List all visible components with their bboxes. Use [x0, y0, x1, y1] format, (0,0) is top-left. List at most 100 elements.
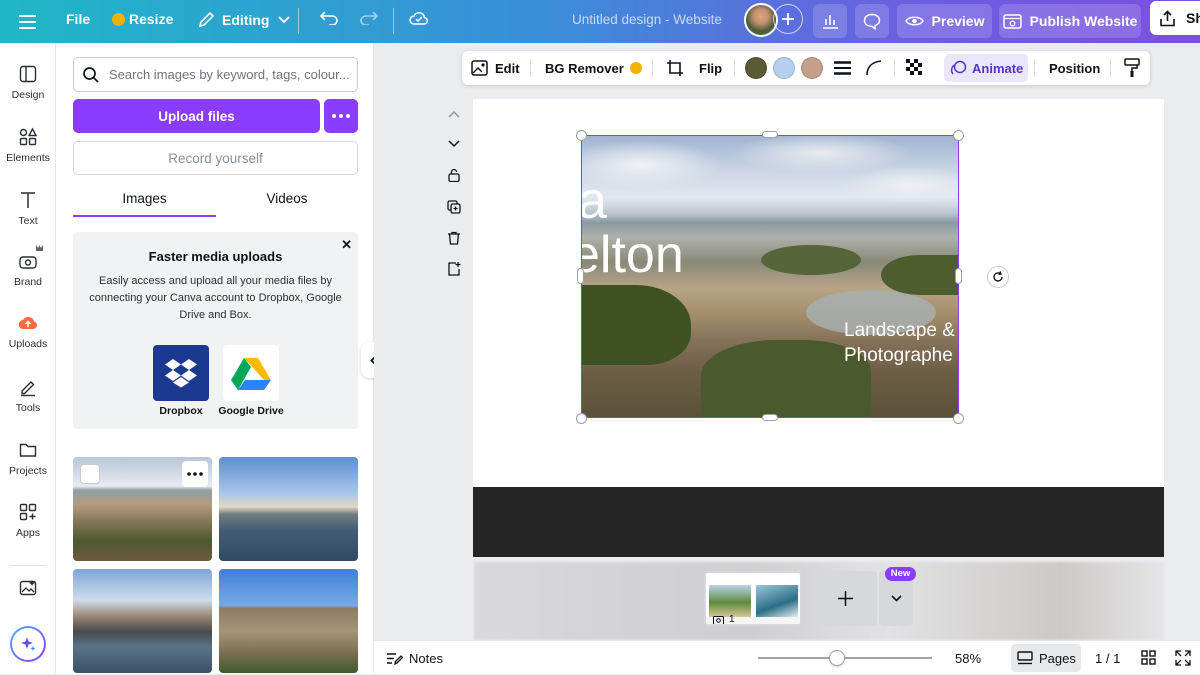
search-input[interactable]: Search images by keyword, tags, colour..… — [109, 67, 350, 82]
sidebar-item-design[interactable]: Design — [0, 64, 56, 101]
uploaded-image-beach[interactable] — [73, 457, 212, 561]
sidebar-item-apps[interactable]: Apps — [0, 502, 56, 539]
add-collaborator-button[interactable] — [773, 4, 803, 34]
image-context-toolbar: Edit BG Remover Flip Animate Position — [462, 51, 1150, 85]
transparency-icon[interactable] — [906, 59, 923, 76]
duplicate-icon[interactable] — [447, 200, 461, 214]
publish-website-button[interactable]: Publish Website — [999, 4, 1141, 38]
topbar-divider — [298, 8, 299, 34]
dropbox-button[interactable] — [153, 345, 209, 401]
sidebar-item-text[interactable]: Text — [0, 190, 56, 227]
grid-view-icon[interactable] — [1141, 650, 1156, 665]
image-options-button[interactable] — [182, 461, 208, 487]
color-swatch-olive[interactable] — [745, 57, 767, 79]
tab-images-underline — [73, 215, 216, 217]
rotate-handle[interactable] — [987, 266, 1009, 288]
uploaded-image-harbour[interactable] — [219, 457, 358, 561]
position-button[interactable]: Position — [1049, 51, 1100, 85]
menu-icon[interactable] — [19, 13, 36, 29]
media-uploads-promo: ✕ Faster media uploads Easily access and… — [73, 232, 358, 429]
text-icon — [21, 192, 35, 208]
pages-icon — [1017, 651, 1033, 665]
sidebar-item-projects[interactable]: Projects — [0, 440, 56, 477]
sidebar-item-uploads[interactable]: Uploads — [0, 313, 56, 350]
edit-photo-icon — [471, 60, 488, 76]
preview-button[interactable]: Preview — [897, 4, 992, 38]
undo-icon[interactable] — [320, 11, 338, 25]
trash-icon[interactable] — [447, 231, 461, 245]
tab-videos-label: Videos — [266, 191, 308, 206]
resize-handle[interactable] — [762, 414, 778, 421]
chevron-down-icon — [278, 15, 291, 23]
resize-handle[interactable] — [955, 268, 962, 284]
copy-style-icon[interactable] — [1124, 58, 1140, 78]
sidebar-item-brand[interactable]: Brand — [0, 245, 56, 288]
thumbnail-page-number: 1 — [729, 614, 735, 625]
bg-remover-button[interactable]: BG Remover — [545, 51, 642, 85]
page-thumbnail[interactable]: 1 — [704, 571, 802, 626]
uploaded-image-marina[interactable] — [73, 569, 212, 673]
record-yourself-button[interactable]: Record yourself — [73, 141, 358, 175]
resize-handle[interactable] — [577, 268, 584, 284]
toolbar-divider — [894, 59, 895, 77]
editing-mode-dropdown[interactable]: Editing — [198, 11, 291, 28]
color-swatch-light-blue[interactable] — [773, 57, 795, 79]
cloud-sync-icon[interactable] — [409, 11, 429, 25]
sidebar-item-tools[interactable]: Tools — [0, 377, 56, 414]
zoom-slider[interactable] — [758, 650, 932, 666]
sparkle-icon — [21, 637, 36, 651]
redo-icon[interactable] — [360, 11, 378, 25]
resize-handle[interactable] — [953, 413, 964, 424]
lock-icon[interactable] — [447, 168, 461, 182]
insights-button[interactable] — [813, 4, 847, 38]
crown-icon — [112, 12, 125, 26]
add-page-icon[interactable] — [447, 262, 461, 276]
sidebar-item-label: Elements — [6, 152, 50, 164]
color-swatch-tan[interactable] — [801, 57, 823, 79]
add-page-button[interactable] — [813, 571, 877, 626]
flip-label: Flip — [699, 60, 723, 76]
share-button[interactable]: Sh — [1150, 1, 1200, 35]
upload-more-button[interactable] — [324, 99, 358, 133]
tab-images[interactable]: Images — [73, 191, 216, 217]
zoom-level[interactable]: 58% — [955, 651, 981, 666]
animate-label: Animate — [972, 60, 1024, 76]
corner-rounding-icon[interactable] — [866, 60, 882, 76]
notes-button[interactable]: Notes — [386, 641, 443, 675]
crop-icon[interactable] — [666, 59, 684, 77]
resize-handle[interactable] — [576, 413, 587, 424]
edit-image-button[interactable]: Edit — [471, 51, 520, 85]
file-menu[interactable]: File — [66, 11, 90, 27]
bg-remover-label: BG Remover — [545, 60, 624, 76]
pages-button[interactable]: Pages — [1011, 644, 1081, 672]
upload-files-button[interactable]: Upload files — [73, 99, 320, 133]
sidebar-item-label: Projects — [9, 465, 47, 477]
thumbnail-page-icon — [713, 616, 724, 624]
chevron-down-icon[interactable] — [447, 137, 461, 151]
record-yourself-label: Record yourself — [168, 150, 263, 166]
select-checkbox[interactable] — [80, 464, 100, 484]
magic-assistant-button[interactable] — [10, 626, 46, 662]
document-title[interactable]: Untitled design - Website — [572, 12, 722, 27]
search-field[interactable]: Search images by keyword, tags, colour..… — [73, 57, 358, 92]
resize-handle[interactable] — [762, 131, 778, 138]
sidebar-item-elements[interactable]: Elements — [0, 127, 56, 164]
resize-handle[interactable] — [953, 130, 964, 141]
dropbox-label: Dropbox — [159, 405, 203, 417]
resize-handle[interactable] — [576, 130, 587, 141]
tab-videos[interactable]: Videos — [216, 191, 358, 217]
google-drive-button[interactable] — [223, 345, 279, 401]
comments-button[interactable] — [855, 4, 889, 38]
apps-icon — [19, 503, 37, 521]
promo-body: Easily access and upload all your media … — [89, 275, 342, 321]
border-style-icon[interactable] — [834, 61, 851, 75]
magic-media-icon[interactable] — [18, 578, 38, 598]
animate-button[interactable]: Animate — [944, 54, 1028, 82]
fullscreen-icon[interactable] — [1175, 650, 1191, 666]
flip-button[interactable]: Flip — [699, 51, 722, 85]
page-count[interactable]: 1 / 1 — [1095, 651, 1120, 666]
zoom-slider-thumb[interactable] — [829, 650, 845, 666]
uploaded-image-building[interactable] — [219, 569, 358, 673]
resize-button[interactable]: Resize — [112, 11, 173, 27]
chevron-up-icon[interactable] — [447, 107, 461, 121]
